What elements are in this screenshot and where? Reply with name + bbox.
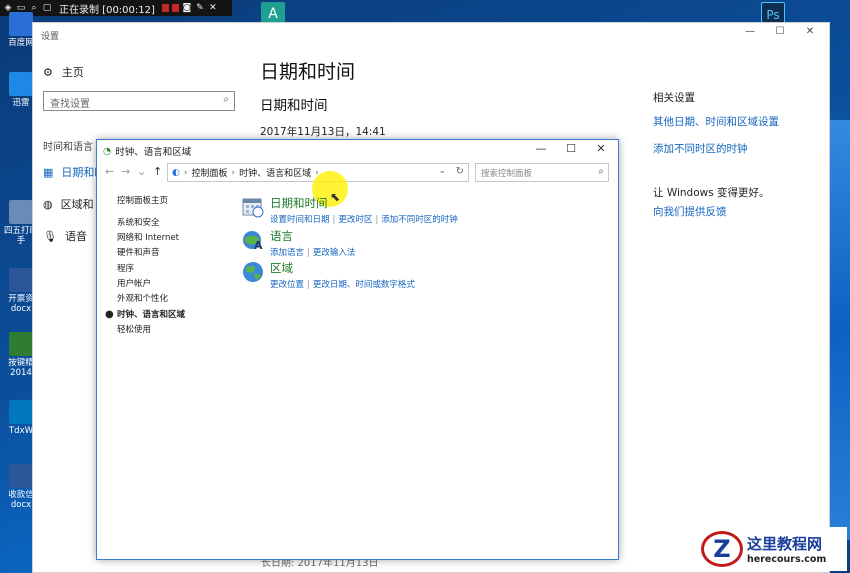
xunlei-icon	[9, 72, 33, 96]
nav-item-label: 区域和	[60, 198, 94, 211]
word-doc-icon	[9, 268, 33, 292]
search-placeholder: 搜索控制面板	[481, 169, 533, 179]
watermark-site-name: 这里教程网	[747, 535, 823, 553]
gear-icon: ⚙	[43, 65, 53, 79]
site-watermark: Z 这里教程网 herecours.com	[697, 527, 847, 571]
maximize-button[interactable]: ☐	[556, 142, 586, 155]
pen-icon[interactable]: ✎	[195, 3, 205, 13]
change-format-link[interactable]: 更改日期、时间或数字格式	[313, 280, 415, 290]
close-button[interactable]: ✕	[586, 142, 616, 155]
sidebar-item-clock-region[interactable]: 时钟、语言和区域	[117, 308, 185, 320]
recorder-region-icon[interactable]: ▢	[42, 3, 52, 13]
other-datetime-region-link[interactable]: 其他日期、时间和区域设置	[653, 114, 779, 129]
control-panel-titlebar: ◔ 时钟、语言和区域	[103, 144, 192, 159]
breadcrumb-separator-icon: ›	[183, 167, 188, 178]
category-title-date-time[interactable]: 日期和时间	[270, 195, 458, 211]
globe-region-icon	[242, 261, 264, 283]
change-timezone-link[interactable]: 更改时区	[338, 215, 372, 225]
section-title: 日期和时间	[260, 98, 328, 114]
category-language: A 语言 添加语言 | 更改输入法	[242, 228, 355, 258]
sidebar-item-ease-of-access[interactable]: 轻松使用	[117, 323, 151, 335]
recorder-pause-icon[interactable]	[171, 4, 179, 12]
sidebar-item-network[interactable]: 网络和 Internet	[117, 231, 179, 243]
watermark-logo: Z	[701, 531, 743, 567]
minimize-button[interactable]: —	[526, 142, 556, 155]
microphone-icon: 🎙	[43, 229, 57, 243]
clock-globe-icon: ◔	[103, 145, 112, 157]
keymacro-icon	[9, 332, 33, 356]
current-datetime: 2017年11月13日，14:41	[260, 126, 386, 138]
globe-icon: ◍	[43, 197, 53, 211]
watermark-url: herecours.com	[747, 554, 827, 565]
sidebar-item-home[interactable]: 控制面板主页	[117, 194, 168, 206]
add-language-link[interactable]: 添加语言	[270, 248, 304, 258]
sidebar-item-hardware[interactable]: 硬件和声音	[117, 246, 160, 258]
forward-arrow-icon[interactable]: →	[121, 165, 130, 178]
change-input-method-link[interactable]: 更改输入法	[313, 248, 356, 258]
nav-group-label: 时间和语言	[43, 142, 93, 153]
feedback-link[interactable]: 向我们提供反馈	[653, 204, 727, 219]
minimize-button[interactable]: —	[735, 26, 765, 37]
nav-item-label: 语音	[64, 230, 87, 243]
mouse-pointer-icon: ⬉	[330, 190, 341, 204]
sidebar-item-security[interactable]: 系统和安全	[117, 216, 160, 228]
search-icon: ⌕	[598, 166, 604, 177]
search-placeholder: 查找设置	[50, 99, 90, 110]
calendar-clock-icon	[242, 196, 264, 218]
sidebar-item-programs[interactable]: 程序	[117, 262, 134, 274]
add-clocks-link[interactable]: 添加不同时区的时钟	[381, 215, 458, 225]
link-separator: |	[307, 248, 310, 258]
link-separator: |	[332, 215, 336, 225]
page-title: 日期和时间	[260, 61, 356, 83]
improve-windows-text: 让 Windows 变得更好。	[653, 187, 770, 199]
sidebar-item-user-accounts[interactable]: 用户帐户	[117, 277, 151, 289]
set-date-time-link[interactable]: 设置时间和日期	[270, 215, 330, 225]
tdxw-icon	[9, 400, 33, 424]
category-region: 区域 更改位置 | 更改日期、时间或数字格式	[242, 260, 415, 290]
address-dropdown-icon[interactable]: ⌄	[438, 166, 446, 176]
control-panel-icon: ◐	[172, 167, 180, 178]
calendar-icon: ▦	[43, 165, 54, 179]
related-settings-heading: 相关设置	[653, 92, 695, 104]
breadcrumb-clock-region[interactable]: 时钟、语言和区域	[239, 166, 311, 179]
close-button[interactable]: ✕	[795, 26, 825, 37]
breadcrumb-control-panel[interactable]: 控制面板	[191, 166, 227, 179]
home-nav-item[interactable]: ⚙ 主页	[43, 64, 84, 80]
settings-window-title: 设置	[41, 32, 60, 42]
camera-icon[interactable]: ◙	[182, 3, 192, 13]
search-icon: ⌕	[223, 94, 229, 105]
sidebar-item-appearance[interactable]: 外观和个性化	[117, 292, 168, 304]
baidu-icon	[9, 12, 33, 36]
navigation-bar: ← → ⌄ ↑ ◐ › 控制面板 › 时钟、语言和区域 › ⌄ ↻ 搜索控制面板…	[97, 160, 618, 186]
control-panel-window: ◔ 时钟、语言和区域 — ☐ ✕ ← → ⌄ ↑ ◐ › 控制面板 › 时钟、语…	[96, 139, 619, 560]
nav-item-region[interactable]: ◍ 区域和	[43, 196, 94, 212]
change-location-link[interactable]: 更改位置	[270, 280, 304, 290]
category-title-language[interactable]: 语言	[270, 228, 355, 244]
category-title-region[interactable]: 区域	[270, 260, 415, 276]
back-arrow-icon[interactable]: ←	[105, 165, 114, 178]
add-clocks-link[interactable]: 添加不同时区的时钟	[653, 141, 748, 156]
link-separator: |	[375, 215, 379, 225]
recorder-stop-icon[interactable]	[161, 4, 169, 12]
settings-search-input[interactable]: 查找设置 ⌕	[43, 91, 235, 111]
refresh-icon[interactable]: ↻	[456, 166, 464, 177]
close-icon[interactable]: ✕	[208, 3, 218, 13]
link-separator: |	[307, 280, 310, 290]
breadcrumb-separator-icon: ›	[231, 167, 236, 178]
control-panel-search-input[interactable]: 搜索控制面板 ⌕	[475, 163, 609, 182]
maximize-button[interactable]: ☐	[765, 26, 795, 37]
control-panel-title: 时钟、语言和区域	[115, 147, 192, 158]
print-app-icon	[9, 200, 33, 224]
language-icon: A	[242, 229, 264, 252]
recording-status: 正在录制 [00:00:12]	[59, 4, 155, 16]
recent-dropdown-icon[interactable]: ⌄	[137, 165, 146, 178]
word-doc-icon	[9, 464, 33, 488]
category-date-time: 日期和时间 设置时间和日期 | 更改时区 | 添加不同时区的时钟	[242, 195, 458, 225]
home-label: 主页	[61, 66, 84, 79]
current-item-bullet-icon: ●	[105, 309, 114, 320]
up-arrow-icon[interactable]: ↑	[153, 165, 162, 178]
svg-text:A: A	[254, 239, 263, 251]
nav-item-speech[interactable]: 🎙 语音	[43, 228, 87, 244]
